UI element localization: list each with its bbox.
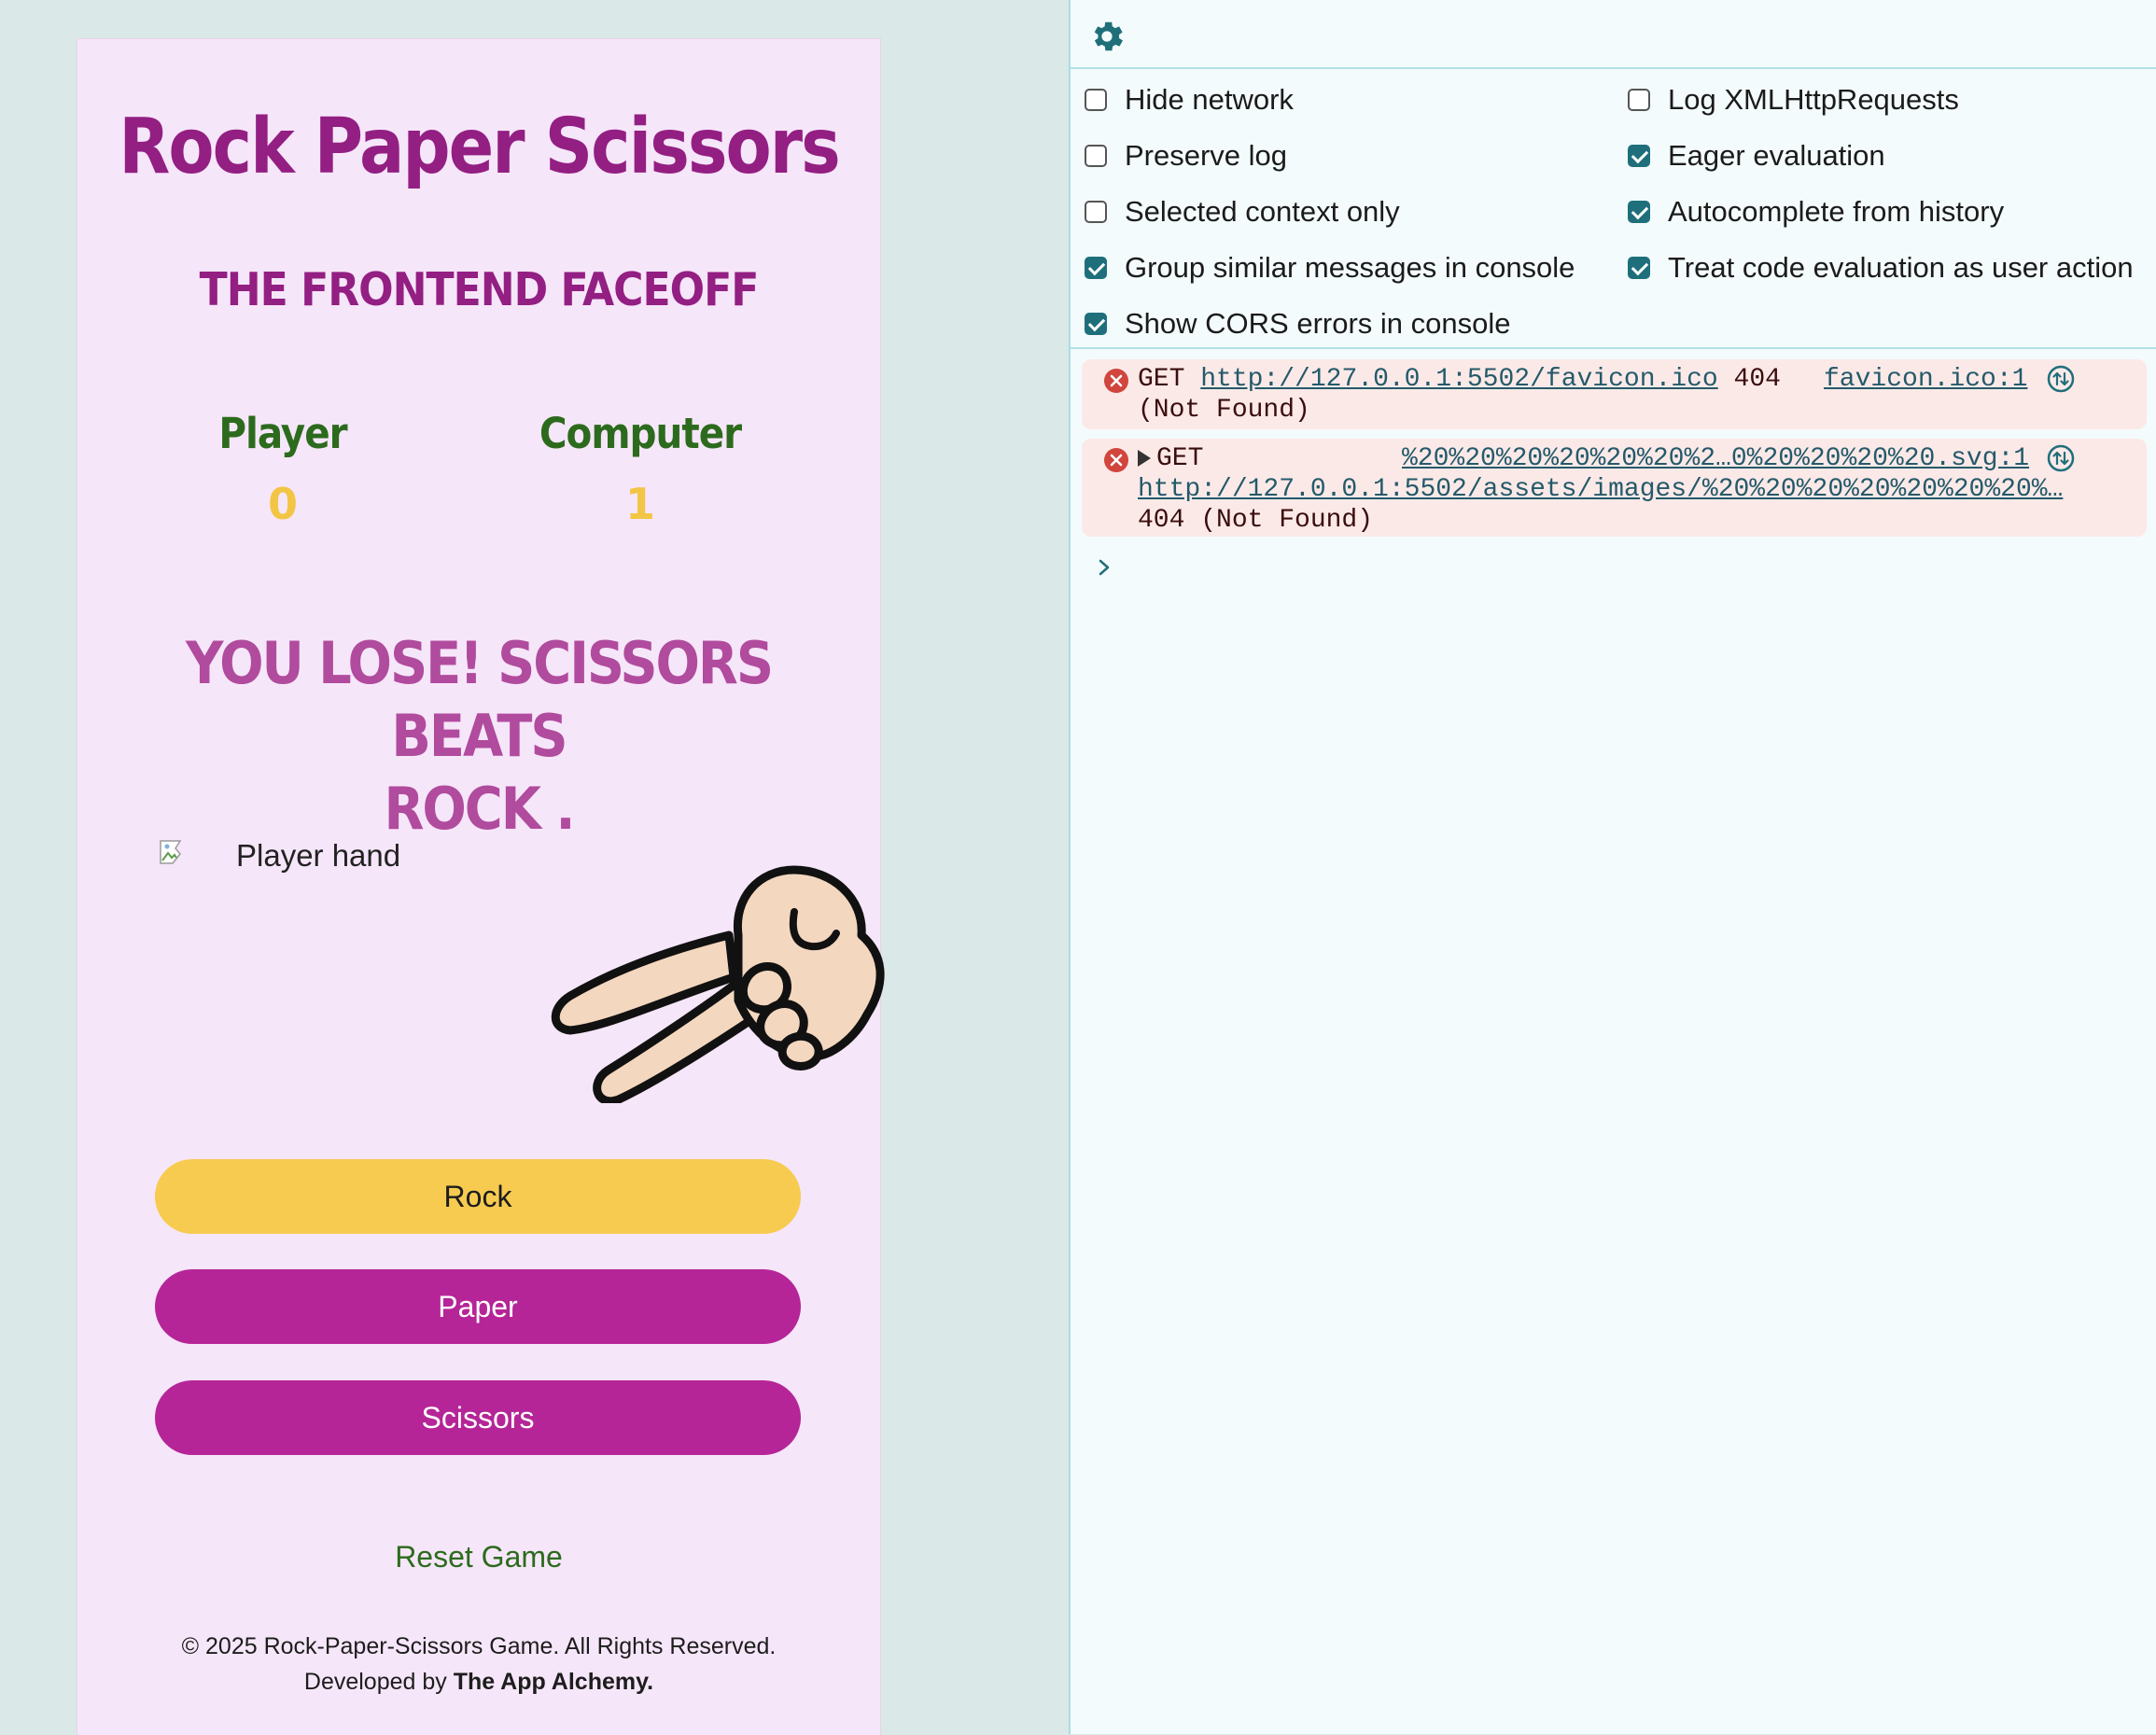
request-url-link[interactable]: http://127.0.0.1:5502/favicon.ico	[1200, 365, 1718, 394]
treat-user-action-checkbox[interactable]	[1628, 257, 1650, 279]
selected-context-option[interactable]: Selected context only	[1085, 195, 1400, 229]
preserve-log-option[interactable]: Preserve log	[1085, 139, 1287, 173]
scissors-button[interactable]: Scissors	[155, 1380, 801, 1455]
selected-context-label: Selected context only	[1125, 195, 1400, 228]
footer: © 2025 Rock-Paper-Scissors Game. All Rig…	[77, 1629, 880, 1700]
hide-network-label: Hide network	[1125, 83, 1294, 116]
show-cors-checkbox[interactable]	[1085, 313, 1107, 335]
log-xhr-option[interactable]: Log XMLHttpRequests	[1628, 83, 1959, 117]
error-icon	[1104, 369, 1128, 393]
player-hand-alt-text: Player hand	[236, 838, 401, 873]
player-label: Player	[218, 409, 347, 458]
show-cors-label: Show CORS errors in console	[1125, 307, 1511, 340]
request-url-link[interactable]: http://127.0.0.1:5502/assets/images/%20%…	[1138, 474, 2063, 505]
error-text: GET http://127.0.0.1:5502/favicon.ico 40…	[1138, 364, 1781, 426]
hide-network-checkbox[interactable]	[1085, 89, 1107, 111]
group-similar-option[interactable]: Group similar messages in console	[1085, 251, 1575, 285]
source-link[interactable]: %20%20%20%20%20%20%2…0%20%20%20%20.svg:1	[1402, 443, 2029, 474]
developer-prefix: Developed by	[303, 1669, 454, 1695]
autocomplete-history-checkbox[interactable]	[1628, 201, 1650, 223]
paper-button[interactable]: Paper	[155, 1269, 801, 1344]
eager-evaluation-label: Eager evaluation	[1668, 139, 1885, 172]
source-link[interactable]: favicon.ico:1	[1824, 364, 2027, 395]
treat-user-action-option[interactable]: Treat code evaluation as user action	[1628, 251, 2134, 285]
reset-game-link[interactable]: Reset Game	[77, 1540, 880, 1574]
network-request-icon[interactable]	[2047, 365, 2075, 393]
computer-score: 1	[624, 479, 655, 529]
console-settings: Hide network Log XMLHttpRequests Preserv…	[1071, 69, 2156, 349]
preserve-log-label: Preserve log	[1125, 139, 1288, 172]
result-line-1: YOU LOSE! SCISSORS BEATS	[185, 629, 774, 770]
network-request-icon[interactable]	[2047, 444, 2075, 472]
console-prompt-icon[interactable]	[1095, 556, 1113, 579]
player-hand-image: Player hand	[160, 838, 400, 874]
hide-network-option[interactable]: Hide network	[1085, 83, 1294, 117]
status-code: 404	[1733, 365, 1781, 394]
game-subtitle: THE FRONTEND FACEOFF	[199, 263, 760, 316]
log-xhr-checkbox[interactable]	[1628, 89, 1650, 111]
computer-score-block: Computer 1	[500, 413, 780, 525]
computer-label: Computer	[539, 409, 742, 458]
gear-icon[interactable]	[1087, 17, 1127, 56]
expand-triangle-icon[interactable]	[1138, 449, 1151, 467]
console-toolbar	[1071, 0, 2156, 69]
treat-user-action-label: Treat code evaluation as user action	[1668, 251, 2134, 284]
request-method: GET	[1138, 365, 1185, 394]
selected-context-checkbox[interactable]	[1085, 201, 1107, 223]
rock-button[interactable]: Rock	[155, 1159, 801, 1234]
autocomplete-history-label: Autocomplete from history	[1668, 195, 2005, 228]
player-score: 0	[267, 479, 298, 529]
group-similar-label: Group similar messages in console	[1125, 251, 1575, 284]
eager-evaluation-option[interactable]: Eager evaluation	[1628, 139, 1885, 173]
player-score-block: Player 0	[143, 413, 423, 525]
developer-credit: Developed by The App Alchemy.	[77, 1664, 880, 1700]
preserve-log-checkbox[interactable]	[1085, 145, 1107, 167]
request-method: GET	[1156, 444, 1204, 473]
status-text: 404 (Not Found)	[1138, 506, 1374, 535]
console-error-message: GET http://127.0.0.1:5502/assets/images/…	[1082, 439, 2147, 537]
broken-image-icon	[160, 840, 188, 864]
game-page: Rock Paper Scissors THE FRONTEND FACEOFF…	[77, 38, 885, 1735]
show-cors-option[interactable]: Show CORS errors in console	[1085, 307, 1511, 341]
eager-evaluation-checkbox[interactable]	[1628, 145, 1650, 167]
status-text: (Not Found)	[1138, 396, 1310, 425]
result-message: YOU LOSE! SCISSORS BEATS ROCK .	[115, 627, 843, 846]
copyright-text: © 2025 Rock-Paper-Scissors Game. All Rig…	[181, 1633, 777, 1659]
game-title: Rock Paper Scissors	[119, 103, 841, 191]
error-icon	[1104, 448, 1128, 472]
log-xhr-label: Log XMLHttpRequests	[1668, 83, 1959, 116]
autocomplete-history-option[interactable]: Autocomplete from history	[1628, 195, 2004, 229]
group-similar-checkbox[interactable]	[1085, 257, 1107, 279]
scissors-hand-icon	[551, 865, 885, 1103]
developer-name: The App Alchemy.	[453, 1669, 654, 1695]
devtools-console-panel: Hide network Log XMLHttpRequests Preserv…	[1069, 0, 2156, 1734]
console-error-message: GET http://127.0.0.1:5502/favicon.ico 40…	[1082, 359, 2147, 429]
